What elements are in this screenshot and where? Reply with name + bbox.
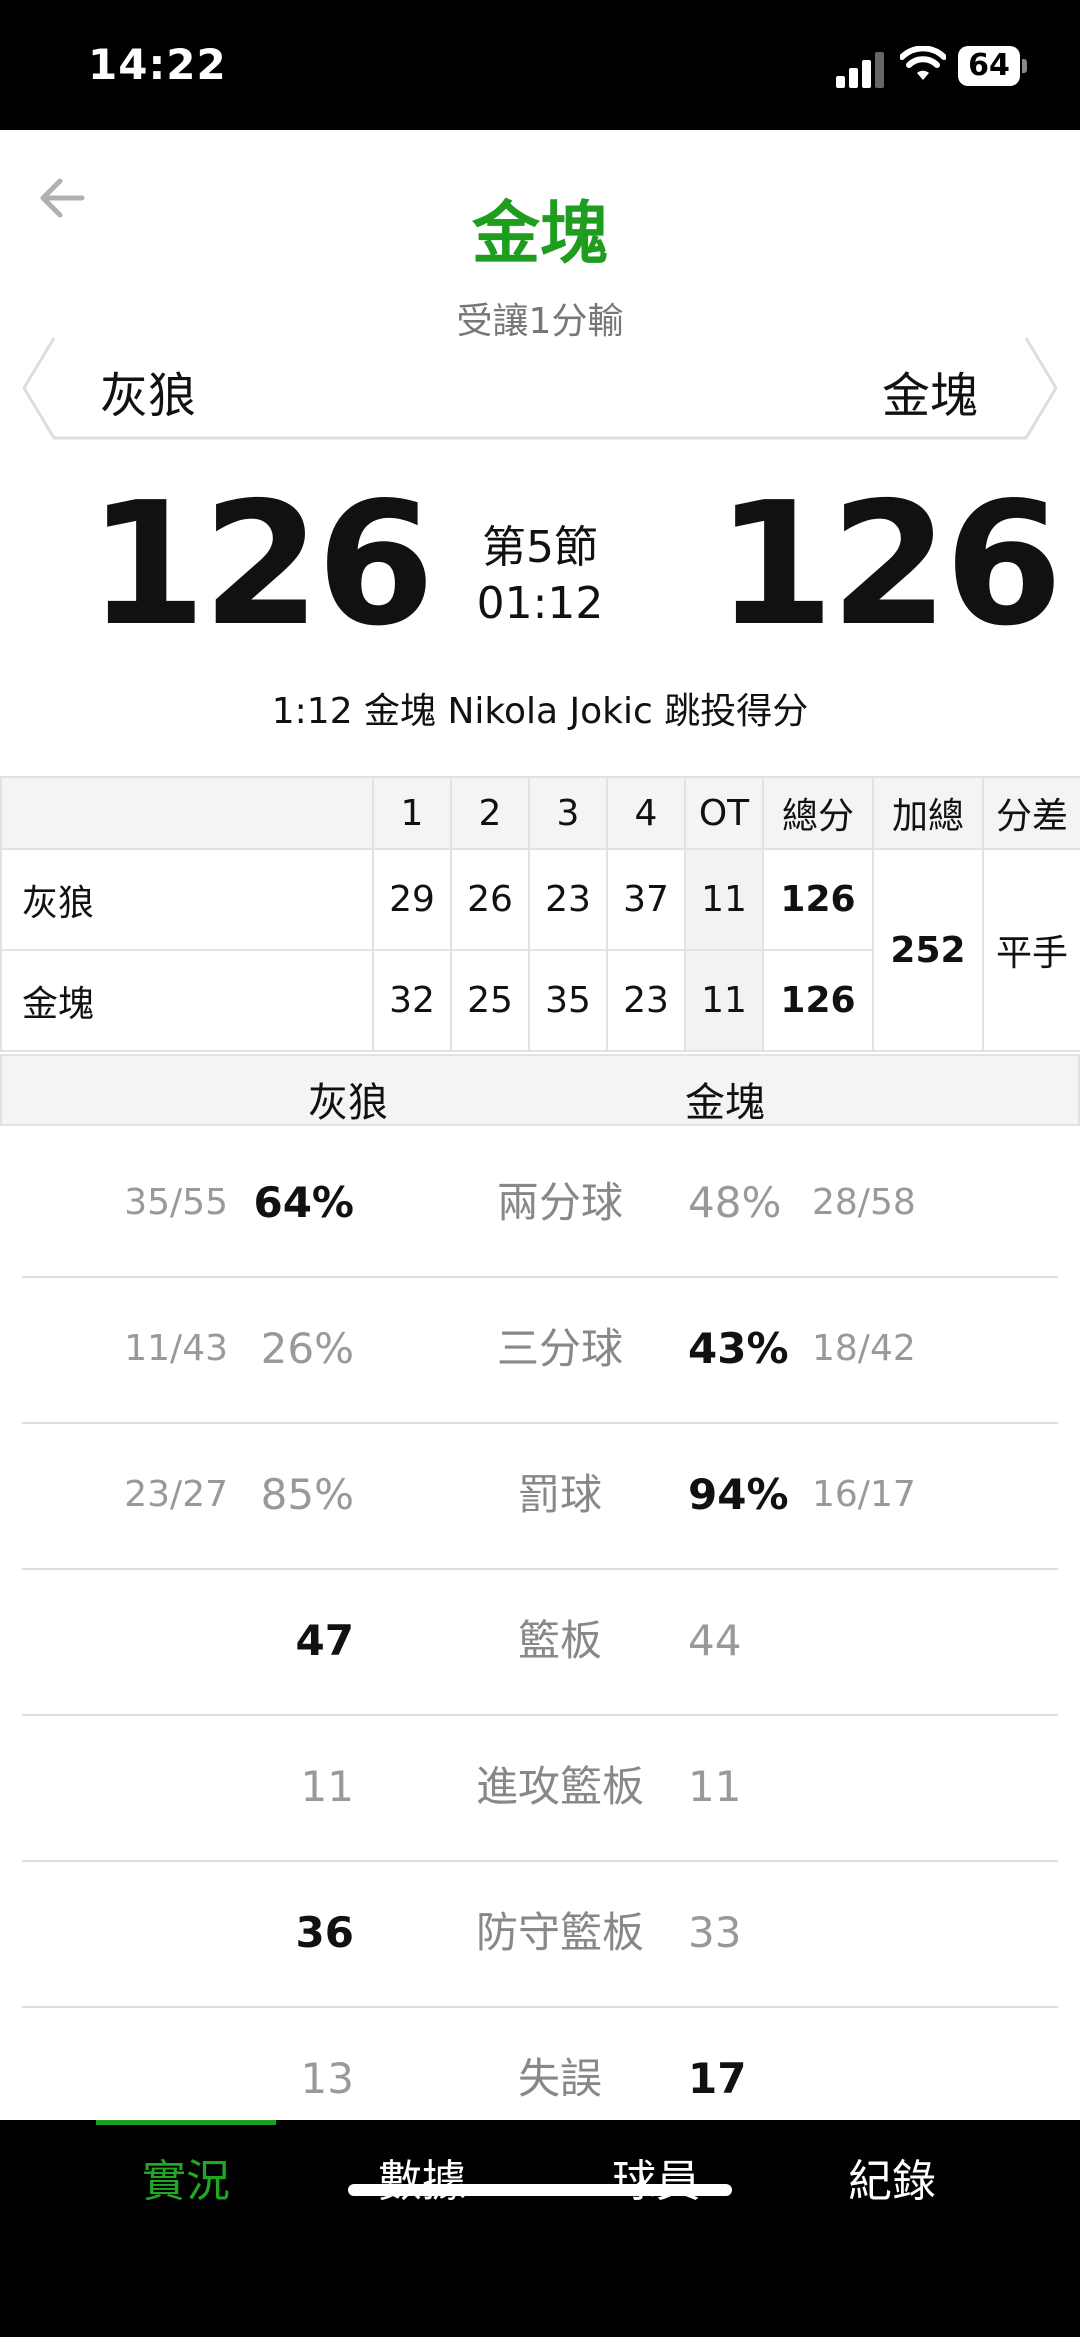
stat-row-defensive-rebounds: 36 防守籃板 33 (22, 1860, 1058, 2008)
stat-row-two-pointers: 35/55 64% 兩分球 48% 28/58 (22, 1130, 1058, 1278)
header-cell (0, 776, 374, 850)
battery-level: 64 (958, 46, 1020, 86)
home-stat-value: 94% (688, 1470, 789, 1519)
quarter-cell: 29 (372, 848, 452, 951)
page-title: 金塊 (471, 195, 608, 274)
score-diff-cell: 平手 (982, 848, 1080, 1052)
status-bar: 14:22 64 (0, 0, 1080, 130)
header-cell: 分差 (982, 776, 1080, 850)
table-row: 灰狼 29 26 23 37 11 126 252 平手 (0, 848, 1080, 1052)
away-stat-fraction: 23/27 (124, 1474, 228, 1515)
quarter-cell: 35 (528, 949, 608, 1052)
compare-home-team: 金塊 (685, 1080, 765, 1126)
tab-records[interactable]: 紀錄 (772, 2150, 1012, 2214)
header-cell: 1 (372, 776, 452, 850)
linescore-header-row: 1 2 3 4 OT 總分 加總 分差 (0, 776, 1080, 850)
away-stat-value: 36 (295, 1908, 354, 1957)
quarter-cell: 23 (606, 949, 686, 1052)
home-stat-fraction: 18/42 (812, 1328, 916, 1369)
total-cell: 126 (762, 949, 874, 1052)
cellular-signal-icon (836, 52, 886, 88)
compare-away-team: 灰狼 (308, 1080, 388, 1126)
tab-live[interactable]: 實況 (66, 2150, 306, 2214)
compare-header: 灰狼 金塊 (0, 1054, 1080, 1126)
stat-label: 防守籃板 (475, 1908, 644, 1957)
away-stat-value: 26% (260, 1324, 354, 1373)
quarter-cell: 32 (372, 949, 452, 1052)
quarter-cell: 25 (450, 949, 530, 1052)
stat-label: 籃板 (517, 1616, 602, 1665)
away-stat-value: 47 (295, 1616, 354, 1665)
stat-row-rebounds: 47 籃板 44 (22, 1568, 1058, 1716)
away-stat-fraction: 11/43 (124, 1328, 228, 1369)
total-cell: 126 (762, 848, 874, 951)
linescore-table: 1 2 3 4 OT 總分 加總 分差 灰狼 29 26 23 37 11 12… (0, 776, 1080, 1052)
away-stat-value: 85% (260, 1470, 354, 1519)
quarter-cell: 26 (450, 848, 530, 951)
team-cell: 灰狼 (0, 848, 374, 951)
battery-icon: 64 (958, 46, 1028, 86)
home-stat-value: 48% (688, 1178, 782, 1227)
header-cell: 總分 (762, 776, 874, 850)
header-cell: OT (684, 776, 764, 850)
stat-label: 兩分球 (496, 1178, 623, 1227)
away-stat-value: 13 (300, 2054, 354, 2103)
team-cell: 金塊 (0, 949, 374, 1052)
wifi-icon (900, 46, 946, 80)
home-team-name: 金塊 (881, 368, 978, 424)
header-cell: 加總 (872, 776, 984, 850)
stat-row-three-pointers: 11/43 26% 三分球 43% 18/42 (22, 1276, 1058, 1424)
home-stat-value: 33 (688, 1908, 742, 1957)
home-stat-value: 44 (688, 1616, 742, 1665)
away-stat-value: 11 (300, 1762, 354, 1811)
quarter-cell: 37 (606, 848, 686, 951)
stat-label: 罰球 (517, 1470, 602, 1519)
home-stat-value: 17 (688, 2054, 747, 2103)
combined-total-cell: 252 (872, 848, 984, 1052)
home-stat-value: 11 (688, 1762, 742, 1811)
home-stat-fraction: 28/58 (812, 1182, 916, 1223)
away-team-name: 灰狼 (100, 368, 197, 424)
away-stat-value: 64% (253, 1178, 354, 1227)
home-stat-value: 43% (688, 1324, 789, 1373)
header-cell: 2 (450, 776, 530, 850)
quarter-cell: 23 (528, 848, 608, 951)
home-indicator (348, 2184, 732, 2196)
stat-label: 三分球 (496, 1324, 623, 1373)
header-cell: 4 (606, 776, 686, 850)
bottom-tab-bar: 實況 數據 球員 紀錄 (0, 2120, 1080, 2337)
status-time: 14:22 (88, 40, 227, 89)
home-stat-fraction: 16/17 (812, 1474, 916, 1515)
tab-players[interactable]: 球員 (536, 2150, 776, 2214)
stat-label: 失誤 (517, 2054, 602, 2103)
away-stat-fraction: 35/55 (124, 1182, 228, 1223)
header-cell: 3 (528, 776, 608, 850)
home-score: 126 (716, 466, 1063, 664)
last-play-text: 1:12 金塊 Nikola Jokic 跳投得分 (271, 691, 809, 732)
ot-cell: 11 (684, 949, 764, 1052)
active-tab-indicator (96, 2120, 276, 2125)
tab-stats[interactable]: 數據 (302, 2150, 542, 2214)
stat-label: 進攻籃板 (475, 1762, 644, 1811)
ot-cell: 11 (684, 848, 764, 951)
stat-row-free-throws: 23/27 85% 罰球 94% 16/17 (22, 1422, 1058, 1570)
stat-row-offensive-rebounds: 11 進攻籃板 11 (22, 1714, 1058, 1862)
